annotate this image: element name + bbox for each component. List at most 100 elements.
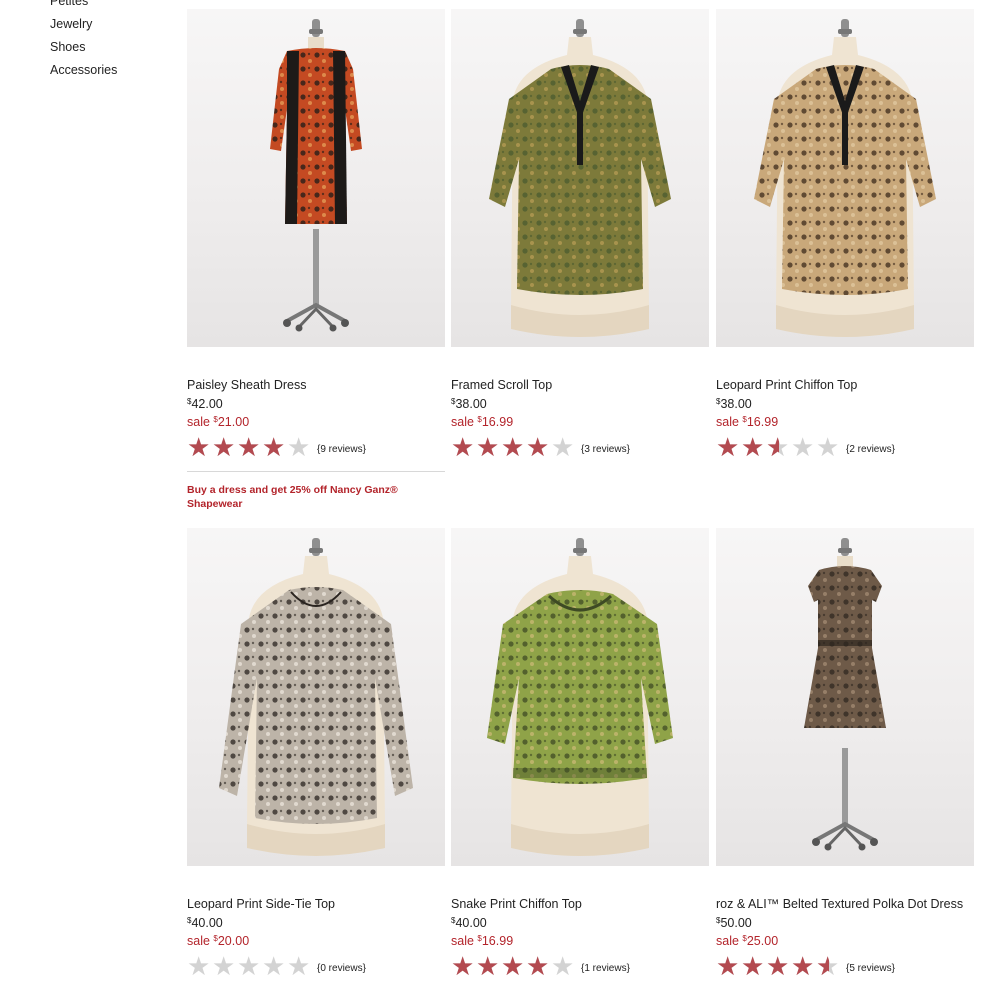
product-image[interactable] xyxy=(716,528,974,866)
regular-price: $40.00 xyxy=(187,912,445,930)
star-icon: ★★ xyxy=(716,952,740,982)
sidebar-item-shoes[interactable]: Shoes xyxy=(50,36,170,59)
star-icon: ★★ xyxy=(287,952,311,982)
stars: ★★★★★★★★★★ xyxy=(187,433,312,463)
reviews-link[interactable]: {0 reviews} xyxy=(317,963,366,974)
product-card[interactable]: Framed Scroll Top $38.00 sale $16.99 ★ ★ ★ ★ ★ ★… xyxy=(451,9,709,463)
star-icon: ★★ xyxy=(526,433,550,463)
star-icon: ★★ xyxy=(262,952,286,982)
star-icon: ★★ xyxy=(212,952,236,982)
mannequin-garment-illustration xyxy=(804,538,886,851)
star-icon: ★★ xyxy=(816,952,840,982)
star-rating: ★ ★ ★ ★ ★ ★ ★ ★ ★ ★ {5 reviews} xyxy=(716,952,974,982)
product-name-link[interactable]: roz & ALI™ Belted Textured Polka Dot Dre… xyxy=(716,896,974,912)
sale-price-value: 16.99 xyxy=(481,415,514,429)
mannequin-garment-illustration xyxy=(489,19,671,337)
regular-price-value: 40.00 xyxy=(455,916,487,930)
regular-price-value: 40.00 xyxy=(191,916,223,930)
regular-price-value: 38.00 xyxy=(455,397,487,411)
sale-label: sale xyxy=(716,415,743,429)
star-icon: ★★ xyxy=(262,433,286,463)
sale-label: sale xyxy=(187,934,214,948)
regular-price: $38.00 xyxy=(716,393,974,411)
sale-label: sale xyxy=(451,934,478,948)
regular-price-value: 38.00 xyxy=(720,397,752,411)
star-icon: ★★ xyxy=(501,952,525,982)
promo-divider xyxy=(187,471,445,472)
stars: ★★★★★★★★★★ xyxy=(451,433,576,463)
stars: ★★★★★★★★★★ xyxy=(716,952,841,982)
star-icon: ★★ xyxy=(741,433,765,463)
product-image[interactable] xyxy=(451,9,709,347)
sidebar-item-accessories[interactable]: Accessories xyxy=(50,59,170,82)
sale-price-value: 20.00 xyxy=(217,934,250,948)
regular-price-value: 50.00 xyxy=(720,916,752,930)
star-rating: ★★★★★★★★★★ {1 reviews} xyxy=(451,952,709,982)
sale-price-value: 25.00 xyxy=(746,934,779,948)
stars: ★★★★★★★★★★ xyxy=(451,952,576,982)
sale-price: sale $16.99 xyxy=(451,930,709,948)
mannequin-garment-illustration xyxy=(487,538,673,856)
product-card[interactable]: roz & ALI™ Belted Textured Polka Dot Dre… xyxy=(716,528,974,982)
sale-price-value: 16.99 xyxy=(481,934,514,948)
stars: ★★★★★★★★★★ xyxy=(716,433,841,463)
star-icon: ★★ xyxy=(816,433,840,463)
reviews-link[interactable]: {5 reviews} xyxy=(846,963,895,974)
star-icon: ★★ xyxy=(741,952,765,982)
sale-price: sale $16.99 xyxy=(716,411,974,429)
sidebar-item-petites[interactable]: Petites xyxy=(50,0,170,13)
star-icon: ★★ xyxy=(187,952,211,982)
promo-banner[interactable]: Buy a dress and get 25% off Nancy Ganz® … xyxy=(187,483,445,511)
product-image[interactable] xyxy=(187,528,445,866)
regular-price-value: 42.00 xyxy=(191,397,223,411)
reviews-link[interactable]: {3 reviews} xyxy=(581,444,630,455)
star-icon: ★★ xyxy=(791,433,815,463)
star-icon: ★★ xyxy=(791,952,815,982)
product-name-link[interactable]: Leopard Print Chiffon Top xyxy=(716,377,974,393)
product-image[interactable] xyxy=(716,9,974,347)
star-rating: ★★★★★★★★★★{2 reviews} xyxy=(716,433,974,463)
regular-price: $42.00 xyxy=(187,393,445,411)
product-name-link[interactable]: Leopard Print Side-Tie Top xyxy=(187,896,445,912)
reviews-link[interactable]: {2 reviews} xyxy=(846,444,895,455)
sidebar-item-jewelry[interactable]: Jewelry xyxy=(50,13,170,36)
star-icon: ★★ xyxy=(187,433,211,463)
star-icon: ★★ xyxy=(237,433,261,463)
reviews-link[interactable]: {9 reviews} xyxy=(317,444,366,455)
sale-label: sale xyxy=(716,934,743,948)
star-icon: ★★ xyxy=(766,433,790,463)
star-icon: ★★ xyxy=(551,952,575,982)
product-name-link[interactable]: Framed Scroll Top xyxy=(451,377,709,393)
product-card[interactable]: Leopard Print Chiffon Top $38.00 sale $16.… xyxy=(716,9,974,463)
mannequin-garment-illustration xyxy=(270,19,362,332)
star-rating: ★★★★★★★★★★ {3 reviews} xyxy=(451,433,709,463)
star-icon: ★★ xyxy=(451,433,475,463)
star-rating: ★★★★★★★★★★ {0 reviews} xyxy=(187,952,445,982)
regular-price: $40.00 xyxy=(451,912,709,930)
product-card[interactable]: Leopard Print Side-Tie Top $40.00 sale $20… xyxy=(187,528,445,982)
sidebar-nav: Petites Jewelry Shoes Accessories xyxy=(50,0,170,82)
product-image[interactable] xyxy=(451,528,709,866)
product-image[interactable] xyxy=(187,9,445,347)
star-rating: ★★★★★★★★★★ {9 reviews} xyxy=(187,433,445,463)
sale-price: sale $20.00 xyxy=(187,930,445,948)
mannequin-garment-illustration xyxy=(219,538,413,856)
star-icon: ★★ xyxy=(526,952,550,982)
stars: ★★★★★★★★★★ xyxy=(187,952,312,982)
regular-price: $38.00 xyxy=(451,393,709,411)
reviews-link[interactable]: {1 reviews} xyxy=(581,963,630,974)
sale-price: sale $16.99 xyxy=(451,411,709,429)
sale-price-value: 21.00 xyxy=(217,415,250,429)
sale-label: sale xyxy=(187,415,214,429)
star-icon: ★★ xyxy=(287,433,311,463)
star-icon: ★★ xyxy=(451,952,475,982)
product-card[interactable]: Paisley Sheath Dress $42.00 sale $21.00 ★ ★ ★… xyxy=(187,9,445,463)
star-icon: ★★ xyxy=(716,433,740,463)
product-name-link[interactable]: Snake Print Chiffon Top xyxy=(451,896,709,912)
sale-price-value: 16.99 xyxy=(746,415,779,429)
star-icon: ★★ xyxy=(551,433,575,463)
product-card[interactable]: Snake Print Chiffon Top $40.00 sale $16.99… xyxy=(451,528,709,982)
regular-price: $50.00 xyxy=(716,912,974,930)
star-icon: ★★ xyxy=(501,433,525,463)
product-name-link[interactable]: Paisley Sheath Dress xyxy=(187,377,445,393)
